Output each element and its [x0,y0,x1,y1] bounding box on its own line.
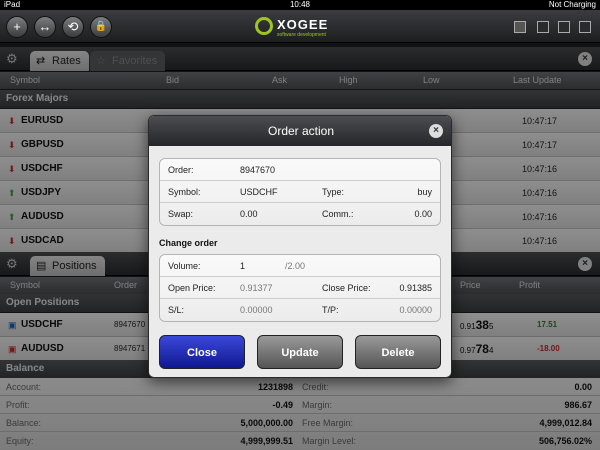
order-action-dialog: Order action × Order: 8947670 Symbol: US… [148,115,452,378]
type-label: Type: [322,187,345,197]
clock: 10:48 [289,0,311,9]
price-row: Open Price: 0.91377 Close Price: 0.91385 [160,277,440,299]
volume-max: /2.00 [285,261,306,271]
symbol-value: USDCHF [240,187,278,197]
dialog-title: Order action [149,116,451,146]
logo-circle-icon [255,17,273,35]
update-button[interactable]: Update [257,335,343,369]
battery-status: Not Charging [548,0,596,9]
add-icon[interactable]: + [6,16,28,38]
close-price-value: 0.91385 [399,283,432,293]
open-price-label: Open Price: [168,283,216,293]
symbol-label: Symbol: [168,187,201,197]
layout-full-icon[interactable] [579,21,591,33]
order-info-group: Order: 8947670 Symbol: USDCHF Type: buy … [159,158,441,226]
volume-field[interactable]: 1 [240,255,245,277]
close-price-label: Close Price: [322,283,371,293]
sl-label: S/L: [168,305,185,315]
order-row: Order: 8947670 [160,159,440,181]
comm-label: Comm.: [322,209,354,219]
close-position-button[interactable]: Close [159,335,245,369]
logo-name: XOGEE [277,17,329,32]
layout-split-icon[interactable] [537,21,549,33]
volume-label: Volume: [168,261,201,271]
undo-icon[interactable]: ⟲ [62,16,84,38]
swap-value: 0.00 [240,209,258,219]
order-label: Order: [168,165,194,175]
layout-single-icon[interactable] [514,21,526,33]
order-value: 8947670 [240,165,276,175]
type-value: buy [417,187,432,197]
layout-quad-icon[interactable] [558,21,570,33]
tp-label: T/P: [322,305,339,315]
sl-tp-row: S/L: 0.00000 T/P: 0.00000 [160,299,440,321]
top-toolbar: + ↔ ⟲ 🔒 XOGEE software development [0,10,600,43]
status-bar: iPad 10:48 Not Charging [0,0,600,10]
swap-row: Swap: 0.00 Comm.: 0.00 [160,203,440,225]
change-order-group: Volume: 1 /2.00 Open Price: 0.91377 Clos… [159,254,441,322]
split-icon[interactable]: ↔ [34,16,56,38]
tp-field[interactable]: 0.00000 [399,299,432,321]
swap-label: Swap: [168,209,194,219]
delete-button[interactable]: Delete [355,335,441,369]
sl-field[interactable]: 0.00000 [240,299,273,321]
comm-value: 0.00 [414,209,432,219]
close-icon[interactable]: × [429,124,443,138]
logo-tagline: software development [277,32,326,38]
symbol-row: Symbol: USDCHF Type: buy [160,181,440,203]
lock-icon[interactable]: 🔒 [90,16,112,38]
volume-row[interactable]: Volume: 1 /2.00 [160,255,440,277]
xogee-logo: XOGEE software development [255,15,345,41]
change-order-heading: Change order [159,238,218,248]
open-price-value: 0.91377 [240,283,273,293]
